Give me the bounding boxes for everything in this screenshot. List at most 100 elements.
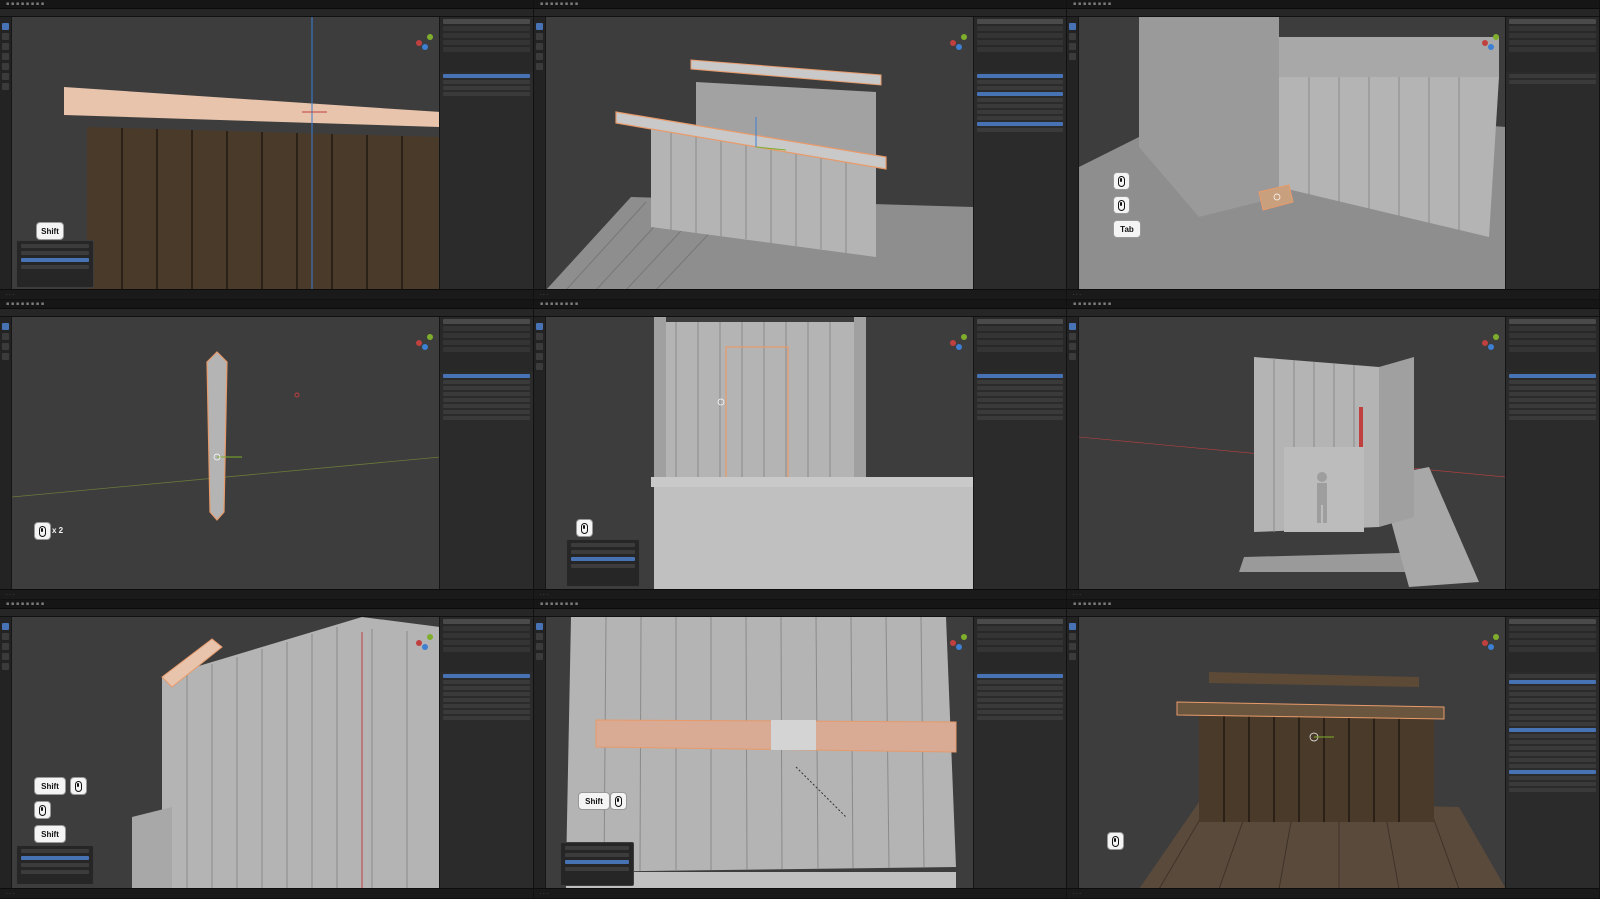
3d-viewport[interactable]: Tab bbox=[1079, 17, 1505, 289]
select-tool-icon[interactable] bbox=[1069, 323, 1076, 330]
rotate-tool-icon[interactable] bbox=[536, 43, 543, 50]
tool-shelf[interactable] bbox=[0, 17, 12, 289]
navigation-gizmo[interactable] bbox=[947, 329, 971, 353]
move-tool-icon[interactable] bbox=[1069, 333, 1076, 340]
properties-editor[interactable] bbox=[439, 672, 533, 888]
select-tool-icon[interactable] bbox=[536, 623, 543, 630]
select-tool-icon[interactable] bbox=[536, 23, 543, 30]
rotate-tool-icon[interactable] bbox=[2, 343, 9, 350]
navigation-gizmo[interactable] bbox=[413, 29, 437, 53]
properties-editor[interactable] bbox=[1505, 72, 1599, 289]
outliner[interactable] bbox=[1505, 617, 1599, 672]
rotate-tool-icon[interactable] bbox=[1069, 343, 1076, 350]
tool-shelf[interactable] bbox=[534, 317, 546, 589]
operator-panel[interactable] bbox=[16, 845, 94, 885]
measure-tool-icon[interactable] bbox=[2, 83, 9, 90]
select-tool-icon[interactable] bbox=[1069, 623, 1076, 630]
scale-tool-icon[interactable] bbox=[536, 653, 543, 660]
operator-panel[interactable] bbox=[566, 539, 640, 587]
3d-viewport[interactable] bbox=[1079, 617, 1505, 888]
rotate-tool-icon[interactable] bbox=[1069, 43, 1076, 50]
scale-tool-icon[interactable] bbox=[1069, 53, 1076, 60]
scale-tool-icon[interactable] bbox=[536, 53, 543, 60]
viewport-header[interactable] bbox=[1067, 309, 1599, 317]
viewport-header[interactable] bbox=[0, 9, 533, 17]
rotate-tool-icon[interactable] bbox=[1069, 643, 1076, 650]
navigation-gizmo[interactable] bbox=[413, 329, 437, 353]
navigation-gizmo[interactable] bbox=[1479, 629, 1503, 653]
operator-panel[interactable] bbox=[16, 240, 94, 288]
3d-viewport[interactable]: Shift bbox=[546, 617, 973, 888]
navigation-gizmo[interactable] bbox=[947, 629, 971, 653]
tool-shelf[interactable] bbox=[1067, 317, 1079, 589]
move-tool-icon[interactable] bbox=[536, 33, 543, 40]
3d-viewport[interactable]: Shift bbox=[12, 17, 439, 289]
transform-tool-icon[interactable] bbox=[2, 63, 9, 70]
3d-viewport[interactable]: x 2 bbox=[12, 317, 439, 589]
tool-shelf[interactable] bbox=[534, 17, 546, 289]
viewport-header[interactable] bbox=[0, 609, 533, 617]
properties-editor[interactable] bbox=[973, 672, 1066, 888]
scale-tool-icon[interactable] bbox=[2, 353, 9, 360]
scale-tool-icon[interactable] bbox=[536, 353, 543, 360]
navigation-gizmo[interactable] bbox=[947, 29, 971, 53]
outliner[interactable] bbox=[1505, 317, 1599, 372]
navigation-gizmo[interactable] bbox=[1479, 329, 1503, 353]
tool-shelf[interactable] bbox=[0, 617, 12, 888]
rotate-tool-icon[interactable] bbox=[536, 643, 543, 650]
properties-editor[interactable] bbox=[439, 72, 533, 289]
properties-editor[interactable] bbox=[973, 372, 1066, 589]
select-tool-icon[interactable] bbox=[2, 623, 9, 630]
scale-tool-icon[interactable] bbox=[2, 653, 9, 660]
properties-editor[interactable] bbox=[439, 372, 533, 589]
move-tool-icon[interactable] bbox=[536, 633, 543, 640]
rotate-tool-icon[interactable] bbox=[536, 343, 543, 350]
select-tool-icon[interactable] bbox=[2, 323, 9, 330]
navigation-gizmo[interactable] bbox=[413, 629, 437, 653]
outliner[interactable] bbox=[439, 617, 533, 672]
transform-tool-icon[interactable] bbox=[2, 663, 9, 670]
viewport-header[interactable] bbox=[1067, 609, 1599, 617]
viewport-header[interactable] bbox=[0, 309, 533, 317]
move-tool-icon[interactable] bbox=[2, 33, 9, 40]
tool-shelf[interactable] bbox=[534, 617, 546, 888]
outliner[interactable] bbox=[439, 317, 533, 372]
tool-shelf[interactable] bbox=[1067, 617, 1079, 888]
transform-tool-icon[interactable] bbox=[536, 363, 543, 370]
select-tool-icon[interactable] bbox=[2, 23, 9, 30]
3d-viewport[interactable]: Shift Shift bbox=[12, 617, 439, 888]
select-tool-icon[interactable] bbox=[536, 323, 543, 330]
tool-shelf[interactable] bbox=[0, 317, 12, 589]
transform-tool-icon[interactable] bbox=[536, 63, 543, 70]
outliner[interactable] bbox=[973, 17, 1066, 72]
rotate-tool-icon[interactable] bbox=[2, 643, 9, 650]
viewport-header[interactable] bbox=[1067, 9, 1599, 17]
rotate-tool-icon[interactable] bbox=[2, 43, 9, 50]
3d-viewport[interactable] bbox=[1079, 317, 1505, 589]
move-tool-icon[interactable] bbox=[2, 633, 9, 640]
move-tool-icon[interactable] bbox=[1069, 33, 1076, 40]
outliner[interactable] bbox=[973, 617, 1066, 672]
outliner[interactable] bbox=[973, 317, 1066, 372]
navigation-gizmo[interactable] bbox=[1479, 29, 1503, 53]
move-tool-icon[interactable] bbox=[536, 333, 543, 340]
scale-tool-icon[interactable] bbox=[1069, 653, 1076, 660]
properties-editor[interactable] bbox=[973, 72, 1066, 289]
properties-editor[interactable] bbox=[1505, 372, 1599, 589]
properties-editor[interactable] bbox=[1505, 672, 1599, 888]
outliner[interactable] bbox=[439, 17, 533, 72]
viewport-header[interactable] bbox=[534, 9, 1066, 17]
operator-panel[interactable] bbox=[560, 842, 634, 886]
3d-viewport[interactable] bbox=[546, 317, 973, 589]
scale-tool-icon[interactable] bbox=[2, 53, 9, 60]
outliner[interactable] bbox=[1505, 17, 1599, 72]
tool-shelf[interactable] bbox=[1067, 17, 1079, 289]
move-tool-icon[interactable] bbox=[2, 333, 9, 340]
scale-tool-icon[interactable] bbox=[1069, 353, 1076, 360]
3d-viewport[interactable] bbox=[546, 17, 973, 289]
move-tool-icon[interactable] bbox=[1069, 633, 1076, 640]
annotate-tool-icon[interactable] bbox=[2, 73, 9, 80]
viewport-header[interactable] bbox=[534, 609, 1066, 617]
viewport-header[interactable] bbox=[534, 309, 1066, 317]
select-tool-icon[interactable] bbox=[1069, 23, 1076, 30]
